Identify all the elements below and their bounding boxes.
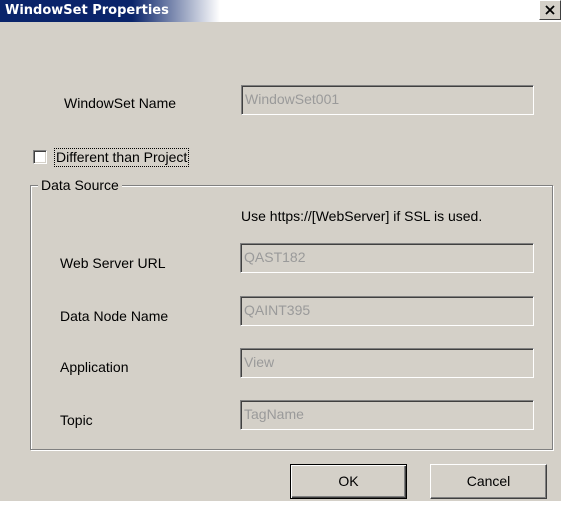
topic-label: Topic [60, 412, 93, 428]
application-field[interactable]: View [240, 348, 534, 378]
windowset-properties-dialog: WindowSet Properties WindowSet Name Wind… [0, 0, 561, 501]
different-than-project-label[interactable]: Different than Project [54, 148, 190, 167]
ssl-hint: Use https://[WebServer] if SSL is used. [241, 208, 483, 224]
topic-field[interactable]: TagName [240, 400, 534, 430]
cancel-button[interactable]: Cancel [430, 464, 547, 499]
windowset-name-label: WindowSet Name [64, 95, 177, 111]
data-node-name-field[interactable]: QAINT395 [240, 296, 534, 326]
close-button[interactable] [539, 0, 561, 20]
close-icon [545, 5, 555, 15]
web-server-url-label: Web Server URL [60, 255, 166, 271]
window-title: WindowSet Properties [5, 3, 169, 18]
different-than-project-checkbox[interactable] [33, 150, 47, 164]
data-node-name-label: Data Node Name [60, 308, 169, 324]
title-bar[interactable]: WindowSet Properties [0, 0, 561, 22]
windowset-name-field[interactable]: WindowSet001 [241, 85, 534, 115]
ok-button[interactable]: OK [290, 464, 407, 499]
application-label: Application [60, 359, 129, 375]
data-source-legend: Data Source [38, 177, 122, 193]
web-server-url-field[interactable]: QAST182 [240, 243, 534, 273]
